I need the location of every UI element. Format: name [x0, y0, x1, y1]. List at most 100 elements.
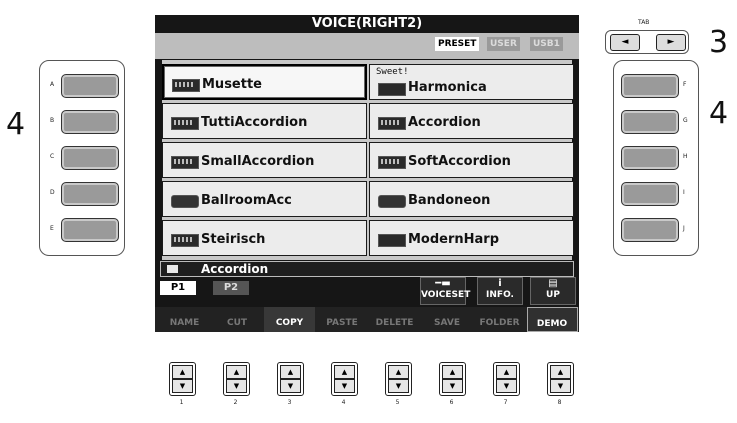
voice-button[interactable]: Accordion [369, 103, 574, 139]
page-tab-p1[interactable]: P1 [160, 281, 196, 295]
menu-delete-button[interactable]: DELETE [369, 307, 420, 332]
up-label: UP [546, 290, 560, 300]
up-arrow-icon[interactable]: ▲ [442, 365, 463, 379]
folder-path-label: Accordion [201, 262, 269, 276]
up-button[interactable]: ▤ UP [530, 277, 576, 305]
right-side-button-i[interactable] [621, 182, 679, 206]
voice-name: Accordion [408, 115, 481, 130]
screen-title: VOICE(RIGHT2) [311, 16, 423, 31]
tab-prev-button[interactable]: ◄ [610, 34, 640, 51]
number-button-1[interactable]: ▲ ▼ [169, 362, 196, 396]
menu-copy-button[interactable]: COPY [264, 307, 315, 332]
voice-button[interactable]: TuttiAccordion [162, 103, 367, 139]
voice-name: SmallAccordion [201, 154, 315, 169]
callout-number-right: 4 [709, 96, 729, 131]
folder-up-icon: ▤ [548, 278, 558, 289]
right-side-button-h[interactable] [621, 146, 679, 170]
number-button-7[interactable]: ▲ ▼ [493, 362, 520, 396]
voice-button[interactable]: Bandoneon [369, 181, 574, 217]
voice-tag: Sweet! [376, 67, 409, 77]
down-arrow-icon[interactable]: ▼ [550, 379, 571, 393]
bank-tab-user[interactable]: USER [487, 37, 520, 51]
number-button-label: 3 [287, 399, 292, 406]
menu-folder-button[interactable]: FOLDER [474, 307, 525, 332]
up-arrow-icon[interactable]: ▲ [334, 365, 355, 379]
down-arrow-icon[interactable]: ▼ [388, 379, 409, 393]
bandoneon-icon [378, 195, 406, 208]
voice-button[interactable]: Musette [162, 64, 367, 100]
page-tab-p2[interactable]: P2 [213, 281, 249, 295]
right-side-button-label: F [683, 81, 687, 88]
number-button-label: 7 [503, 399, 508, 406]
left-side-button-label: E [50, 225, 54, 232]
down-arrow-icon[interactable]: ▼ [280, 379, 301, 393]
right-side-button-f[interactable] [621, 74, 679, 98]
down-arrow-icon[interactable]: ▼ [334, 379, 355, 393]
right-side-button-label: G [683, 117, 688, 124]
number-button-label: 6 [449, 399, 454, 406]
voice-grid: Musette Sweet! Harmonica TuttiAccordion Acco… [162, 60, 574, 260]
voice-set-icon: ━▬ [435, 278, 451, 289]
down-arrow-icon[interactable]: ▼ [442, 379, 463, 393]
left-side-button-d[interactable] [61, 182, 119, 206]
down-arrow-icon[interactable]: ▼ [496, 379, 517, 393]
menu-paste-button[interactable]: PASTE [317, 307, 368, 332]
tab-next-button[interactable]: ► [656, 34, 686, 51]
number-button-2[interactable]: ▲ ▼ [223, 362, 250, 396]
menu-cut-button[interactable]: CUT [212, 307, 263, 332]
tab-button-frame: ◄ ► [605, 30, 689, 54]
voice-button[interactable]: BallroomAcc [162, 181, 367, 217]
number-button-label: 2 [233, 399, 238, 406]
voice-button[interactable]: SoftAccordion [369, 142, 574, 178]
number-button-6[interactable]: ▲ ▼ [439, 362, 466, 396]
down-arrow-icon[interactable]: ▼ [226, 379, 247, 393]
voice-name: BallroomAcc [201, 193, 292, 208]
voice-button[interactable]: Steirisch [162, 220, 367, 256]
left-side-button-a[interactable] [61, 74, 119, 98]
up-arrow-icon[interactable]: ▲ [388, 365, 409, 379]
voice-button[interactable]: SmallAccordion [162, 142, 367, 178]
up-arrow-icon[interactable]: ▲ [496, 365, 517, 379]
voice-name: SoftAccordion [408, 154, 511, 169]
number-button-label: 8 [557, 399, 562, 406]
accordion-icon [171, 156, 199, 169]
up-arrow-icon[interactable]: ▲ [280, 365, 301, 379]
up-arrow-icon[interactable]: ▲ [172, 365, 193, 379]
up-arrow-icon[interactable]: ▲ [550, 365, 571, 379]
bank-tab-preset[interactable]: PRESET [435, 37, 480, 51]
voice-button[interactable]: ModernHarp [369, 220, 574, 256]
harmonica-icon [378, 234, 406, 247]
voice-set-button[interactable]: ━▬ VOICESET [420, 277, 470, 305]
tab-label: TAB [638, 19, 650, 26]
harmonica-icon [378, 83, 406, 96]
folder-path-bar: Accordion [160, 261, 574, 277]
menu-demo-button[interactable]: DEMO [526, 307, 578, 332]
number-button-label: 5 [395, 399, 400, 406]
voice-name: Harmonica [408, 80, 487, 95]
info-label: INFO. [486, 290, 514, 300]
down-arrow-icon[interactable]: ▼ [172, 379, 193, 393]
number-button-3[interactable]: ▲ ▼ [277, 362, 304, 396]
right-side-button-g[interactable] [621, 110, 679, 134]
callout-number-left: 4 [6, 107, 26, 142]
number-button-5[interactable]: ▲ ▼ [385, 362, 412, 396]
voice-name: Bandoneon [408, 193, 491, 208]
number-button-8[interactable]: ▲ ▼ [547, 362, 574, 396]
accordion-icon [172, 79, 200, 92]
right-side-button-j[interactable] [621, 218, 679, 242]
menu-save-button[interactable]: SAVE [422, 307, 473, 332]
info-button[interactable]: i INFO. [477, 277, 523, 305]
bank-tab-usb1[interactable]: USB1 [530, 37, 563, 51]
left-side-button-e[interactable] [61, 218, 119, 242]
number-button-4[interactable]: ▲ ▼ [331, 362, 358, 396]
voice-button[interactable]: Sweet! Harmonica [369, 64, 574, 100]
up-arrow-icon[interactable]: ▲ [226, 365, 247, 379]
menu-name-button[interactable]: NAME [159, 307, 210, 332]
accordion-icon [171, 234, 199, 247]
left-side-button-c[interactable] [61, 146, 119, 170]
callout-number-tab: 3 [709, 25, 729, 60]
voice-name: ModernHarp [408, 232, 500, 247]
left-side-button-b[interactable] [61, 110, 119, 134]
number-button-label: 4 [341, 399, 346, 406]
bandoneon-icon [171, 195, 199, 208]
